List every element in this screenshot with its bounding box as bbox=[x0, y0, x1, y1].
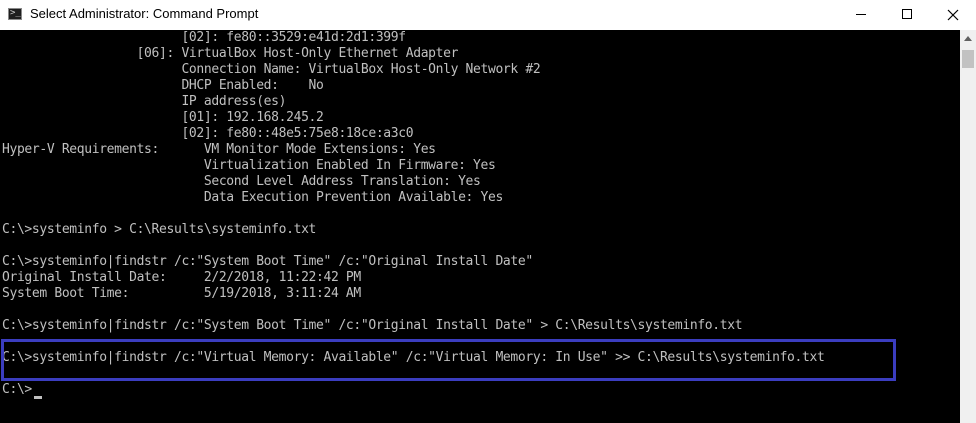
minimize-button[interactable] bbox=[838, 0, 884, 30]
minimize-icon bbox=[856, 14, 866, 15]
chevron-up-icon bbox=[964, 36, 972, 41]
cmd-icon-glyph: >_ bbox=[10, 8, 21, 18]
console-line: Virtualization Enabled In Firmware: Yes bbox=[2, 158, 496, 173]
window-title: Select Administrator: Command Prompt bbox=[30, 6, 259, 21]
scroll-up-button[interactable] bbox=[960, 30, 976, 47]
console-line: Second Level Address Translation: Yes bbox=[2, 174, 481, 189]
maximize-button[interactable] bbox=[884, 0, 930, 30]
command-prompt-window: >_ Select Administrator: Command Prompt … bbox=[0, 0, 976, 423]
console-line: C:\> bbox=[2, 382, 32, 397]
scroll-thumb[interactable] bbox=[962, 50, 974, 68]
close-button[interactable] bbox=[930, 0, 976, 30]
console-line: Hyper-V Requirements: VM Monitor Mode Ex… bbox=[2, 142, 436, 157]
console-line: [06]: VirtualBox Host-Only Ethernet Adap… bbox=[2, 46, 459, 61]
console-line: [02]: fe80::48e5:75e8:18ce:a3c0 bbox=[2, 126, 414, 141]
console-line: Data Execution Prevention Available: Yes bbox=[2, 190, 503, 205]
console-line: Original Install Date: 2/2/2018, 11:22:4… bbox=[2, 270, 361, 285]
console-line: [02]: fe80::3529:e41d:2d1:399f bbox=[2, 30, 406, 45]
console-line: Connection Name: VirtualBox Host-Only Ne… bbox=[2, 62, 541, 77]
console-line: C:\>systeminfo|findstr /c:"System Boot T… bbox=[2, 254, 533, 269]
console-line: [01]: 192.168.245.2 bbox=[2, 110, 324, 125]
title-bar[interactable]: >_ Select Administrator: Command Prompt bbox=[0, 0, 976, 31]
highlight-rectangle bbox=[1, 339, 896, 381]
console-line: C:\>systeminfo|findstr /c:"System Boot T… bbox=[2, 318, 743, 333]
close-icon bbox=[947, 9, 959, 21]
console-line: IP address(es) bbox=[2, 94, 287, 109]
console-line: C:\>systeminfo > C:\Results\systeminfo.t… bbox=[2, 222, 317, 237]
console-line: DHCP Enabled: No bbox=[2, 78, 324, 93]
vertical-scrollbar[interactable] bbox=[960, 30, 976, 423]
console-line: System Boot Time: 5/19/2018, 3:11:24 AM bbox=[2, 286, 361, 301]
cmd-icon: >_ bbox=[8, 8, 22, 20]
text-cursor bbox=[34, 396, 42, 399]
maximize-icon bbox=[902, 9, 912, 19]
